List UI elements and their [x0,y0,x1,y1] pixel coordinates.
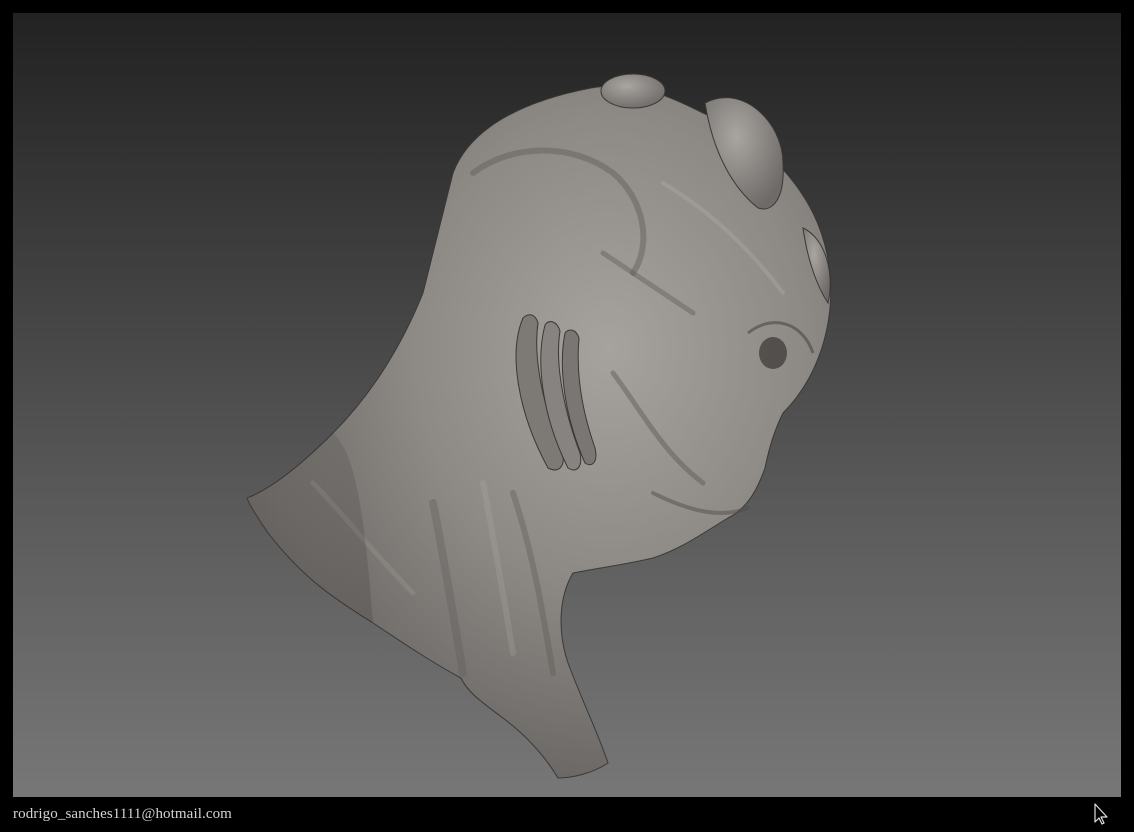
eye-socket [759,337,787,369]
sculpt-model [246,73,832,779]
arrow-pointer-icon [1094,803,1108,825]
3d-viewport[interactable] [13,13,1121,797]
footer-bar: rodrigo_sanches1111@hotmail.com [0,797,1134,832]
artist-signature: rodrigo_sanches1111@hotmail.com [13,806,232,822]
head-dome-left [600,73,666,109]
app-window: rodrigo_sanches1111@hotmail.com [0,0,1134,832]
